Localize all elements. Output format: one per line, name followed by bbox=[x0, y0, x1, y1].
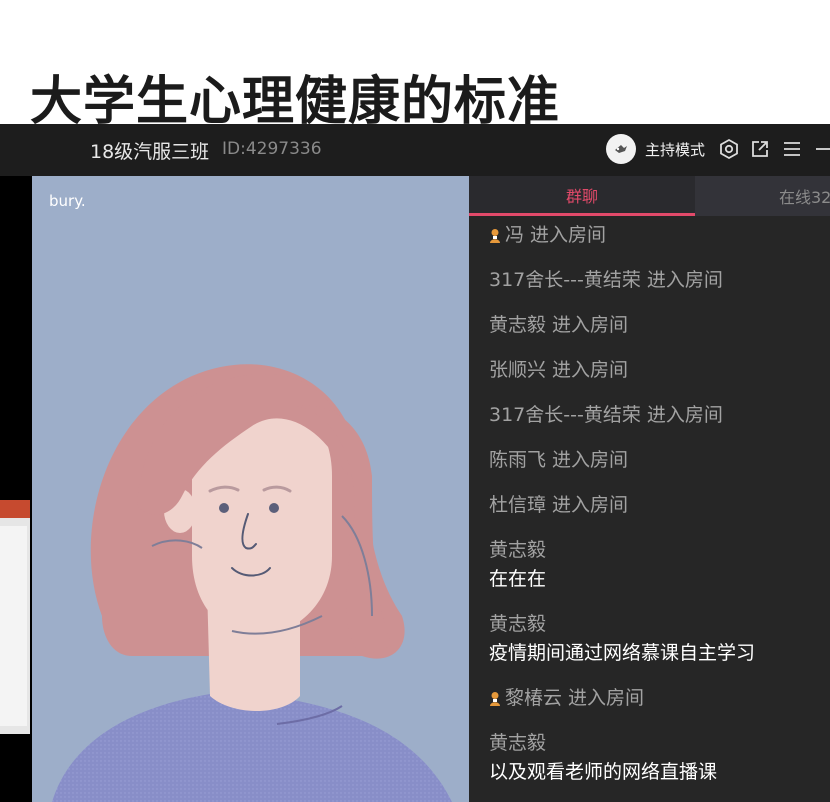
message-sender: 黄志毅 bbox=[489, 732, 547, 754]
popout-icon[interactable] bbox=[747, 136, 773, 162]
live-classroom-window: 18级汽服三班 ID:4297336 主持模式 bury. 群聊 在线32 冯 … bbox=[0, 124, 830, 802]
host-mode-label[interactable]: 主持模式 bbox=[645, 139, 705, 160]
system-message: 冯 进入房间 bbox=[489, 220, 606, 247]
room-name: 18级汽服三班 bbox=[90, 141, 210, 163]
thumbnail-header bbox=[0, 500, 30, 518]
user-badge-icon bbox=[490, 691, 500, 706]
avatar-illustration bbox=[52, 364, 452, 802]
system-message: 张顺兴 进入房间 bbox=[489, 359, 629, 381]
room-id: ID:4297336 bbox=[222, 139, 322, 159]
message-sender: 黄志毅 bbox=[489, 539, 547, 561]
user-badge-icon bbox=[490, 228, 500, 243]
settings-icon[interactable] bbox=[716, 136, 742, 162]
system-message-text: 冯 进入房间 bbox=[505, 224, 607, 246]
system-message: 317舍长---黄结荣 进入房间 bbox=[489, 404, 723, 426]
slide-thumbnail[interactable] bbox=[0, 500, 30, 734]
title-bar: 18级汽服三班 ID:4297336 主持模式 bbox=[0, 124, 830, 176]
minimize-icon[interactable] bbox=[810, 136, 830, 162]
system-message-text: 黎椿云 进入房间 bbox=[505, 687, 645, 709]
chat-panel: 群聊 在线32 冯 进入房间 317舍长---黄结荣 进入房间 黄志毅 进入房间… bbox=[469, 176, 830, 802]
chat-tabs: 群聊 在线32 bbox=[469, 176, 830, 216]
message-sender: 黄志毅 bbox=[489, 613, 547, 635]
video-panel: bury. bbox=[32, 176, 469, 802]
left-strip bbox=[0, 176, 32, 802]
message-text: 疫情期间通过网络慕课自主学习 bbox=[489, 642, 756, 664]
system-message: 陈雨飞 进入房间 bbox=[489, 449, 629, 471]
menu-icon[interactable] bbox=[779, 136, 805, 162]
system-message: 黎椿云 进入房间 bbox=[489, 683, 644, 710]
host-avatar-icon bbox=[615, 145, 627, 153]
system-message: 黄志毅 进入房间 bbox=[489, 314, 629, 336]
host-avatar[interactable] bbox=[606, 134, 636, 164]
message-text: 以及观看老师的网络直播课 bbox=[489, 761, 718, 783]
system-message: 317舍长---黄结荣 进入房间 bbox=[489, 269, 723, 291]
tab-online[interactable]: 在线32 bbox=[695, 176, 830, 216]
system-message: 杜信璋 进入房间 bbox=[489, 494, 629, 516]
message-text: 在在在 bbox=[489, 568, 547, 590]
tab-group-chat[interactable]: 群聊 bbox=[469, 176, 695, 216]
thumbnail-content bbox=[0, 526, 27, 726]
